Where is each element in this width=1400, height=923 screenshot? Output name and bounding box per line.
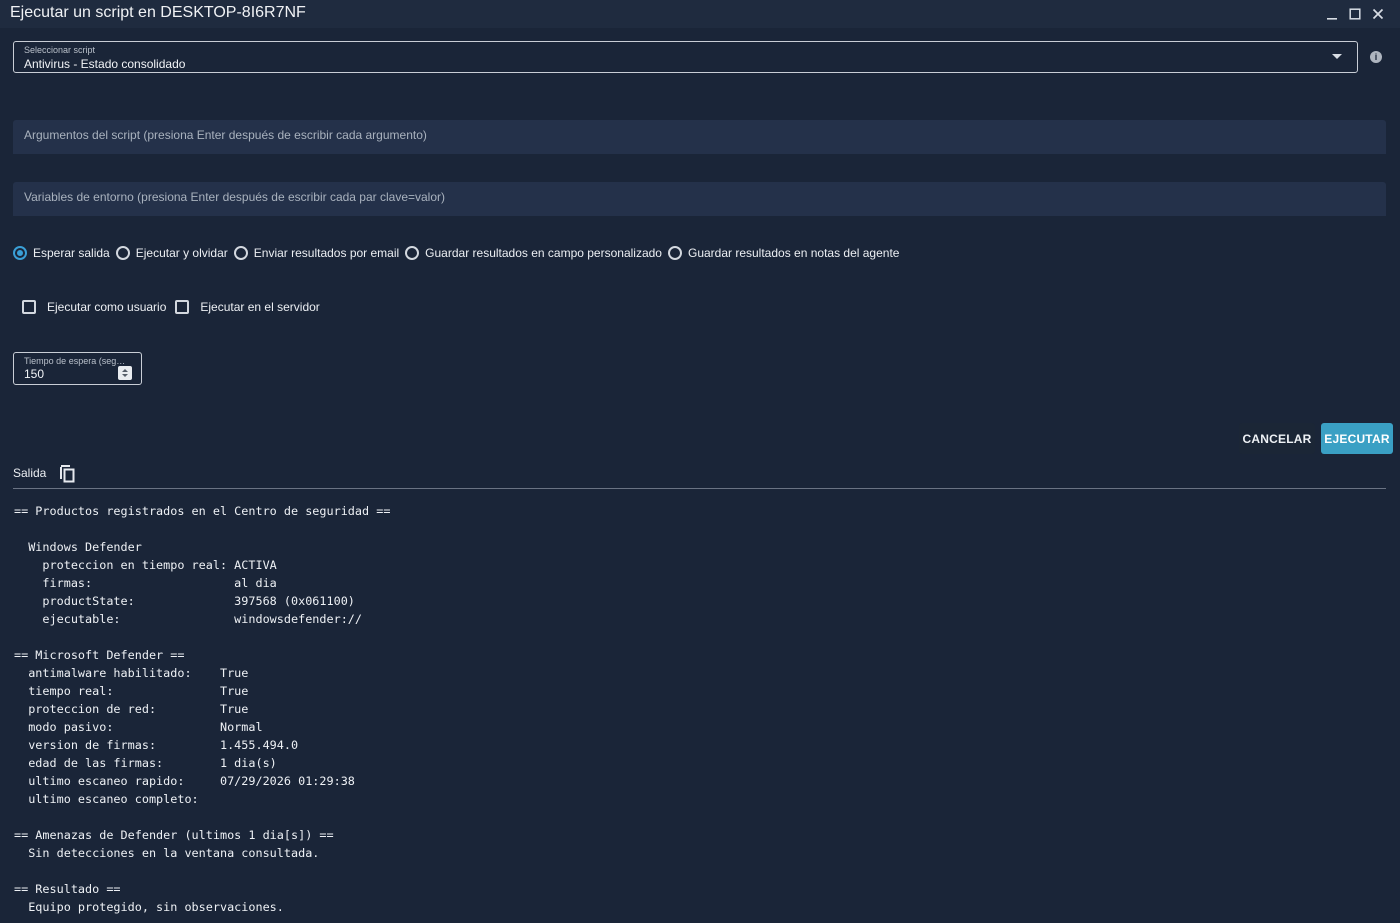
radio-unchecked-icon: [233, 246, 248, 260]
radio-fire-and-forget[interactable]: Ejecutar y olvidar: [115, 246, 228, 260]
window-title: Ejecutar un script en DESKTOP-8I6R7NF: [10, 4, 306, 21]
script-select[interactable]: Seleccionar script Antivirus - Estado co…: [13, 41, 1358, 73]
radio-label: Enviar resultados por email: [253, 246, 400, 260]
maximize-icon[interactable]: [1345, 4, 1365, 24]
radio-label: Guardar resultados en notas del agente: [687, 246, 900, 260]
radio-email-results[interactable]: Enviar resultados por email: [233, 246, 400, 260]
title-bar: Ejecutar un script en DESKTOP-8I6R7NF: [0, 0, 1400, 28]
radio-label: Esperar salida: [33, 246, 110, 260]
chevron-down-icon: [1332, 54, 1342, 59]
checkbox-icon: [175, 300, 190, 314]
radio-unchecked-icon: [115, 246, 130, 260]
radio-save-agent-notes[interactable]: Guardar resultados en notas del agente: [667, 246, 900, 260]
checkbox-icon: [22, 300, 36, 314]
checkbox-label: Ejecutar en el servidor: [200, 300, 320, 314]
timeout-stepper[interactable]: [118, 366, 132, 380]
checkbox-run-on-server[interactable]: Ejecutar en el servidor: [175, 300, 320, 314]
radio-wait-output[interactable]: Esperar salida: [13, 246, 110, 260]
script-arguments-input[interactable]: Argumentos del script (presiona Enter de…: [13, 120, 1386, 154]
radio-label: Guardar resultados en campo personalizad…: [425, 246, 662, 260]
radio-save-custom-field[interactable]: Guardar resultados en campo personalizad…: [405, 246, 662, 260]
checkbox-run-as-user[interactable]: Ejecutar como usuario: [22, 300, 166, 314]
run-mode-radio-group: Esperar salida Ejecutar y olvidar Enviar…: [13, 244, 905, 262]
env-variables-placeholder: Variables de entorno (presiona Enter des…: [24, 190, 446, 204]
radio-checked-icon: [13, 246, 27, 260]
radio-unchecked-icon: [667, 246, 682, 260]
timeout-value: 150: [24, 367, 45, 381]
stepper-down-icon[interactable]: [122, 374, 128, 377]
close-icon[interactable]: [1368, 4, 1388, 24]
timeout-label: Tiempo de espera (segu...: [24, 356, 128, 366]
output-title: Salida: [13, 466, 47, 480]
copy-icon[interactable]: [57, 463, 77, 483]
output-header: Salida: [13, 463, 77, 483]
radio-label: Ejecutar y olvidar: [135, 246, 228, 260]
run-button[interactable]: EJECUTAR: [1321, 423, 1393, 454]
timeout-field[interactable]: Tiempo de espera (segu... 150: [13, 352, 142, 385]
script-select-value: Antivirus - Estado consolidado: [24, 57, 186, 71]
env-variables-input[interactable]: Variables de entorno (presiona Enter des…: [13, 182, 1386, 216]
info-icon[interactable]: i: [1370, 51, 1382, 63]
output-text: == Productos registrados en el Centro de…: [14, 504, 391, 914]
stepper-up-icon[interactable]: [122, 369, 128, 372]
minimize-icon[interactable]: [1322, 4, 1342, 24]
output-divider: [13, 488, 1386, 489]
radio-unchecked-icon: [405, 246, 420, 260]
cancel-button[interactable]: CANCELAR: [1239, 423, 1315, 454]
script-select-label: Seleccionar script: [24, 45, 96, 55]
options-checkbox-group: Ejecutar como usuario Ejecutar en el ser…: [22, 298, 329, 316]
checkbox-label: Ejecutar como usuario: [47, 300, 167, 314]
script-arguments-placeholder: Argumentos del script (presiona Enter de…: [24, 128, 427, 142]
